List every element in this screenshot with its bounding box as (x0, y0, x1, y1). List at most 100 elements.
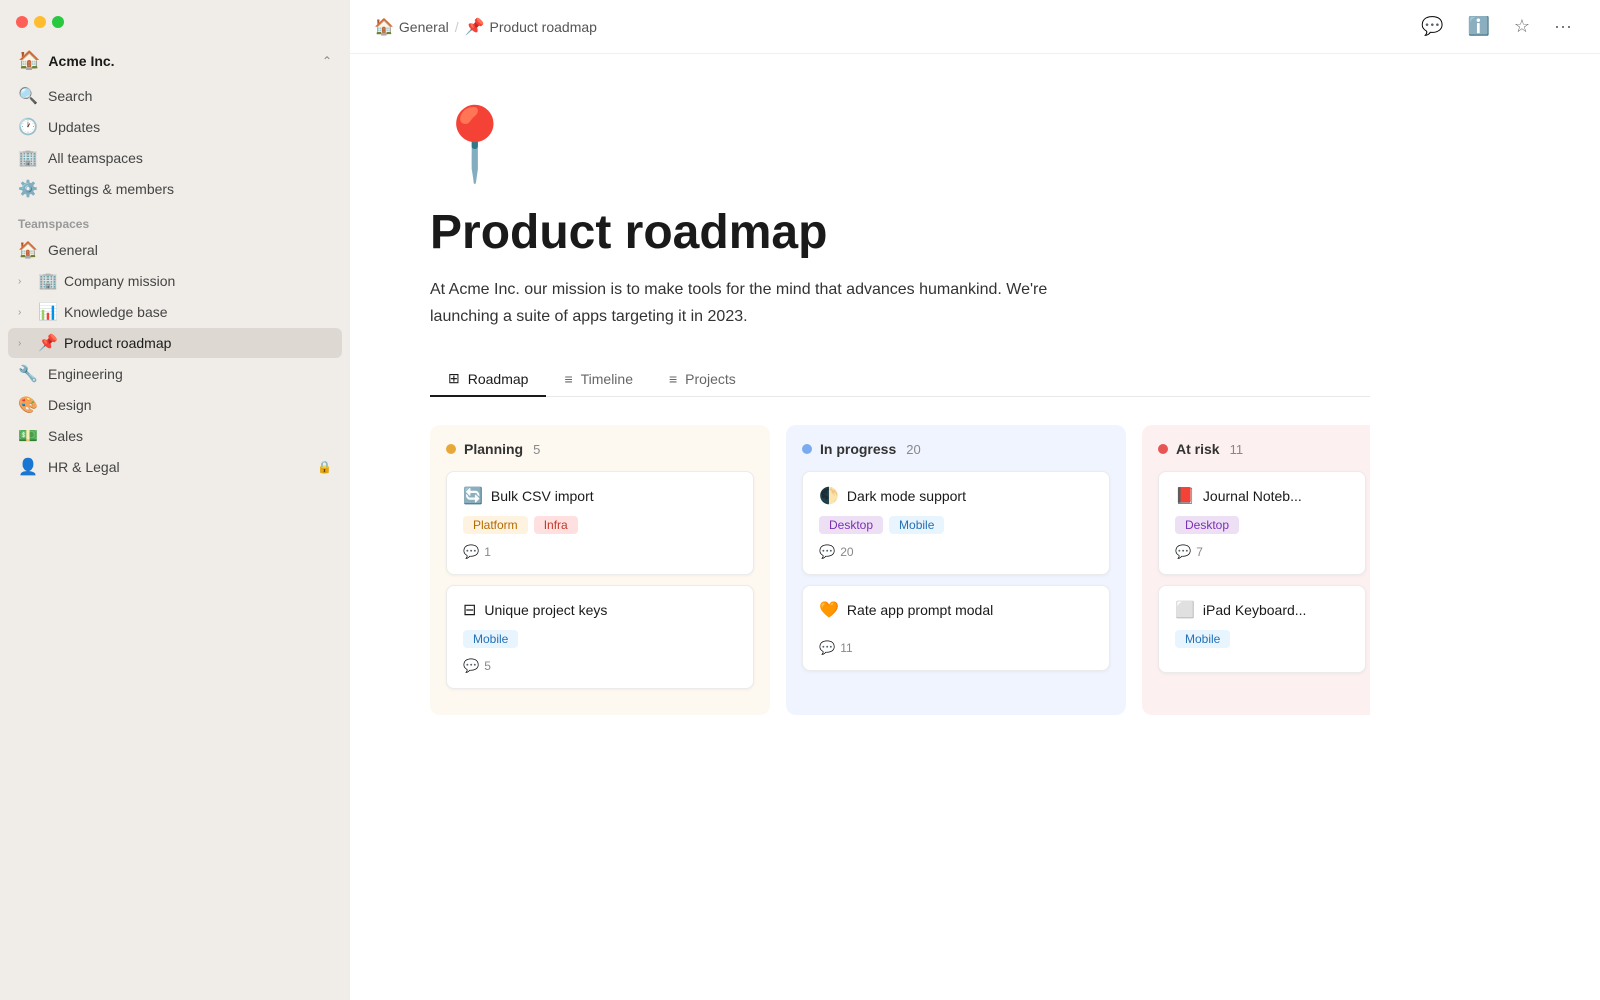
sidebar-item-search[interactable]: 🔍 Search (8, 81, 342, 111)
sidebar-item-design[interactable]: 🎨 Design (8, 390, 342, 420)
sidebar-item-hr-legal[interactable]: 👤 HR & Legal 🔒 (8, 452, 342, 482)
tab-roadmap[interactable]: ⊞ Roadmap (430, 362, 546, 397)
sidebar-item-label: Sales (48, 428, 332, 444)
tab-projects-label: Projects (685, 371, 736, 387)
card-unique-project-keys[interactable]: ⊟ Unique project keys Mobile 💬 5 (446, 585, 754, 689)
traffic-light-red[interactable] (16, 16, 28, 28)
comment-icon: 💬 (1175, 544, 1191, 560)
breadcrumb-product-roadmap-label: Product roadmap (490, 19, 597, 35)
tag-desktop: Desktop (1175, 516, 1239, 534)
card-title-text: Dark mode support (847, 488, 966, 504)
card-title-text: Journal Noteb... (1203, 488, 1302, 504)
breadcrumb-separator: / (455, 19, 459, 35)
gear-icon: ⚙️ (18, 179, 38, 199)
info-button[interactable]: ℹ️ (1463, 12, 1493, 41)
card-tags: Mobile (463, 630, 737, 648)
knowledge-base-icon: 📊 (38, 302, 58, 322)
projects-icon: ≡ (669, 371, 677, 387)
card-title: 🌓 Dark mode support (819, 486, 1093, 506)
dollar-icon: 💵 (18, 426, 38, 446)
sidebar-item-label: Updates (48, 119, 332, 135)
lock-icon: 🔒 (317, 460, 332, 474)
col-title-planning: Planning (464, 441, 523, 457)
comment-icon: 💬 (463, 544, 479, 560)
tag-infra: Infra (534, 516, 578, 534)
workspace-header[interactable]: 🏠 Acme Inc. ⌃ (8, 44, 342, 77)
palette-icon: 🎨 (18, 395, 38, 415)
card-comments: 💬 20 (819, 544, 1093, 560)
topbar: 🏠 General / 📌 Product roadmap 💬 ℹ️ ☆ ··· (350, 0, 1600, 54)
kanban-col-atrisk: At risk 11 📕 Journal Noteb... Desktop 💬 … (1142, 425, 1370, 715)
search-icon: 🔍 (18, 86, 38, 106)
col-header-atrisk: At risk 11 (1158, 441, 1366, 457)
sidebar-item-label: General (48, 242, 332, 258)
company-mission-icon: 🏢 (38, 271, 58, 291)
card-bulk-csv[interactable]: 🔄 Bulk CSV import Platform Infra 💬 1 (446, 471, 754, 575)
tab-timeline[interactable]: ≡ Timeline (546, 362, 651, 397)
col-count-planning: 5 (533, 442, 540, 457)
key-icon: ⊟ (463, 600, 476, 620)
dark-mode-icon: 🌓 (819, 486, 839, 506)
card-rate-app[interactable]: 🧡 Rate app prompt modal 💬 11 (802, 585, 1110, 671)
sidebar-item-general[interactable]: 🏠 General (8, 235, 342, 265)
card-comments: 💬 7 (1175, 544, 1349, 560)
traffic-light-yellow[interactable] (34, 16, 46, 28)
col-count-inprogress: 20 (906, 442, 920, 457)
building-icon: 🏢 (18, 148, 38, 168)
comment-button[interactable]: 💬 (1417, 12, 1447, 41)
card-title: 🔄 Bulk CSV import (463, 486, 737, 506)
sidebar: 🏠 Acme Inc. ⌃ 🔍 Search 🕐 Updates 🏢 All t… (0, 0, 350, 1000)
card-journal-notebook[interactable]: 📕 Journal Noteb... Desktop 💬 7 (1158, 471, 1366, 575)
card-title: 🧡 Rate app prompt modal (819, 600, 1093, 620)
comment-count: 7 (1196, 545, 1203, 559)
pin-icon: 📌 (465, 17, 485, 37)
tab-roadmap-label: Roadmap (468, 371, 529, 387)
sidebar-item-sales[interactable]: 💵 Sales (8, 421, 342, 451)
comment-count: 1 (484, 545, 491, 559)
card-dark-mode[interactable]: 🌓 Dark mode support Desktop Mobile 💬 20 (802, 471, 1110, 575)
sidebar-item-label: Engineering (48, 366, 332, 382)
breadcrumb: 🏠 General / 📌 Product roadmap (374, 17, 597, 37)
card-title-text: Bulk CSV import (491, 488, 594, 504)
main-content: 🏠 General / 📌 Product roadmap 💬 ℹ️ ☆ ···… (350, 0, 1600, 1000)
page-body: 📍 Product roadmap At Acme Inc. our missi… (350, 54, 1450, 783)
page-title: Product roadmap (430, 207, 1370, 260)
chevron-right-icon: › (18, 307, 32, 318)
sidebar-item-company-mission[interactable]: › 🏢 Company mission (8, 266, 342, 296)
chevron-right-icon: › (18, 338, 32, 349)
sidebar-item-updates[interactable]: 🕐 Updates (8, 112, 342, 142)
col-title-atrisk: At risk (1176, 441, 1220, 457)
sidebar-item-product-roadmap[interactable]: › 📌 Product roadmap (8, 328, 342, 358)
tab-projects[interactable]: ≡ Projects (651, 362, 754, 397)
sidebar-item-settings[interactable]: ⚙️ Settings & members (8, 174, 342, 204)
traffic-light-green[interactable] (52, 16, 64, 28)
favorite-button[interactable]: ☆ (1510, 12, 1534, 41)
sidebar-item-label: Design (48, 397, 332, 413)
card-title: ⬜ iPad Keyboard... (1175, 600, 1349, 620)
card-tags: Platform Infra (463, 516, 737, 534)
product-roadmap-icon: 📌 (38, 333, 58, 353)
col-header-planning: Planning 5 (446, 441, 754, 457)
card-title-text: Unique project keys (484, 602, 607, 618)
comment-icon: 💬 (819, 640, 835, 656)
card-comments: 💬 5 (463, 658, 737, 674)
sidebar-item-all-teamspaces[interactable]: 🏢 All teamspaces (8, 143, 342, 173)
card-ipad-keyboard[interactable]: ⬜ iPad Keyboard... Mobile (1158, 585, 1366, 673)
breadcrumb-general[interactable]: 🏠 General (374, 17, 449, 37)
workspace-name: Acme Inc. (48, 53, 314, 69)
card-tags: Mobile (1175, 630, 1349, 648)
heart-icon: 🧡 (819, 600, 839, 620)
home-icon: 🏠 (18, 240, 38, 260)
sidebar-item-label: All teamspaces (48, 150, 332, 166)
notebook-icon: 📕 (1175, 486, 1195, 506)
breadcrumb-product-roadmap[interactable]: 📌 Product roadmap (465, 17, 597, 37)
col-count-atrisk: 11 (1230, 442, 1244, 457)
card-title: ⊟ Unique project keys (463, 600, 737, 620)
sidebar-item-knowledge-base[interactable]: › 📊 Knowledge base (8, 297, 342, 327)
kanban-col-planning: Planning 5 🔄 Bulk CSV import Platform In… (430, 425, 770, 715)
more-options-button[interactable]: ··· (1550, 12, 1576, 41)
person-icon: 👤 (18, 457, 38, 477)
kanban-col-inprogress: In progress 20 🌓 Dark mode support Deskt… (786, 425, 1126, 715)
ipad-icon: ⬜ (1175, 600, 1195, 620)
sidebar-item-engineering[interactable]: 🔧 Engineering (8, 359, 342, 389)
